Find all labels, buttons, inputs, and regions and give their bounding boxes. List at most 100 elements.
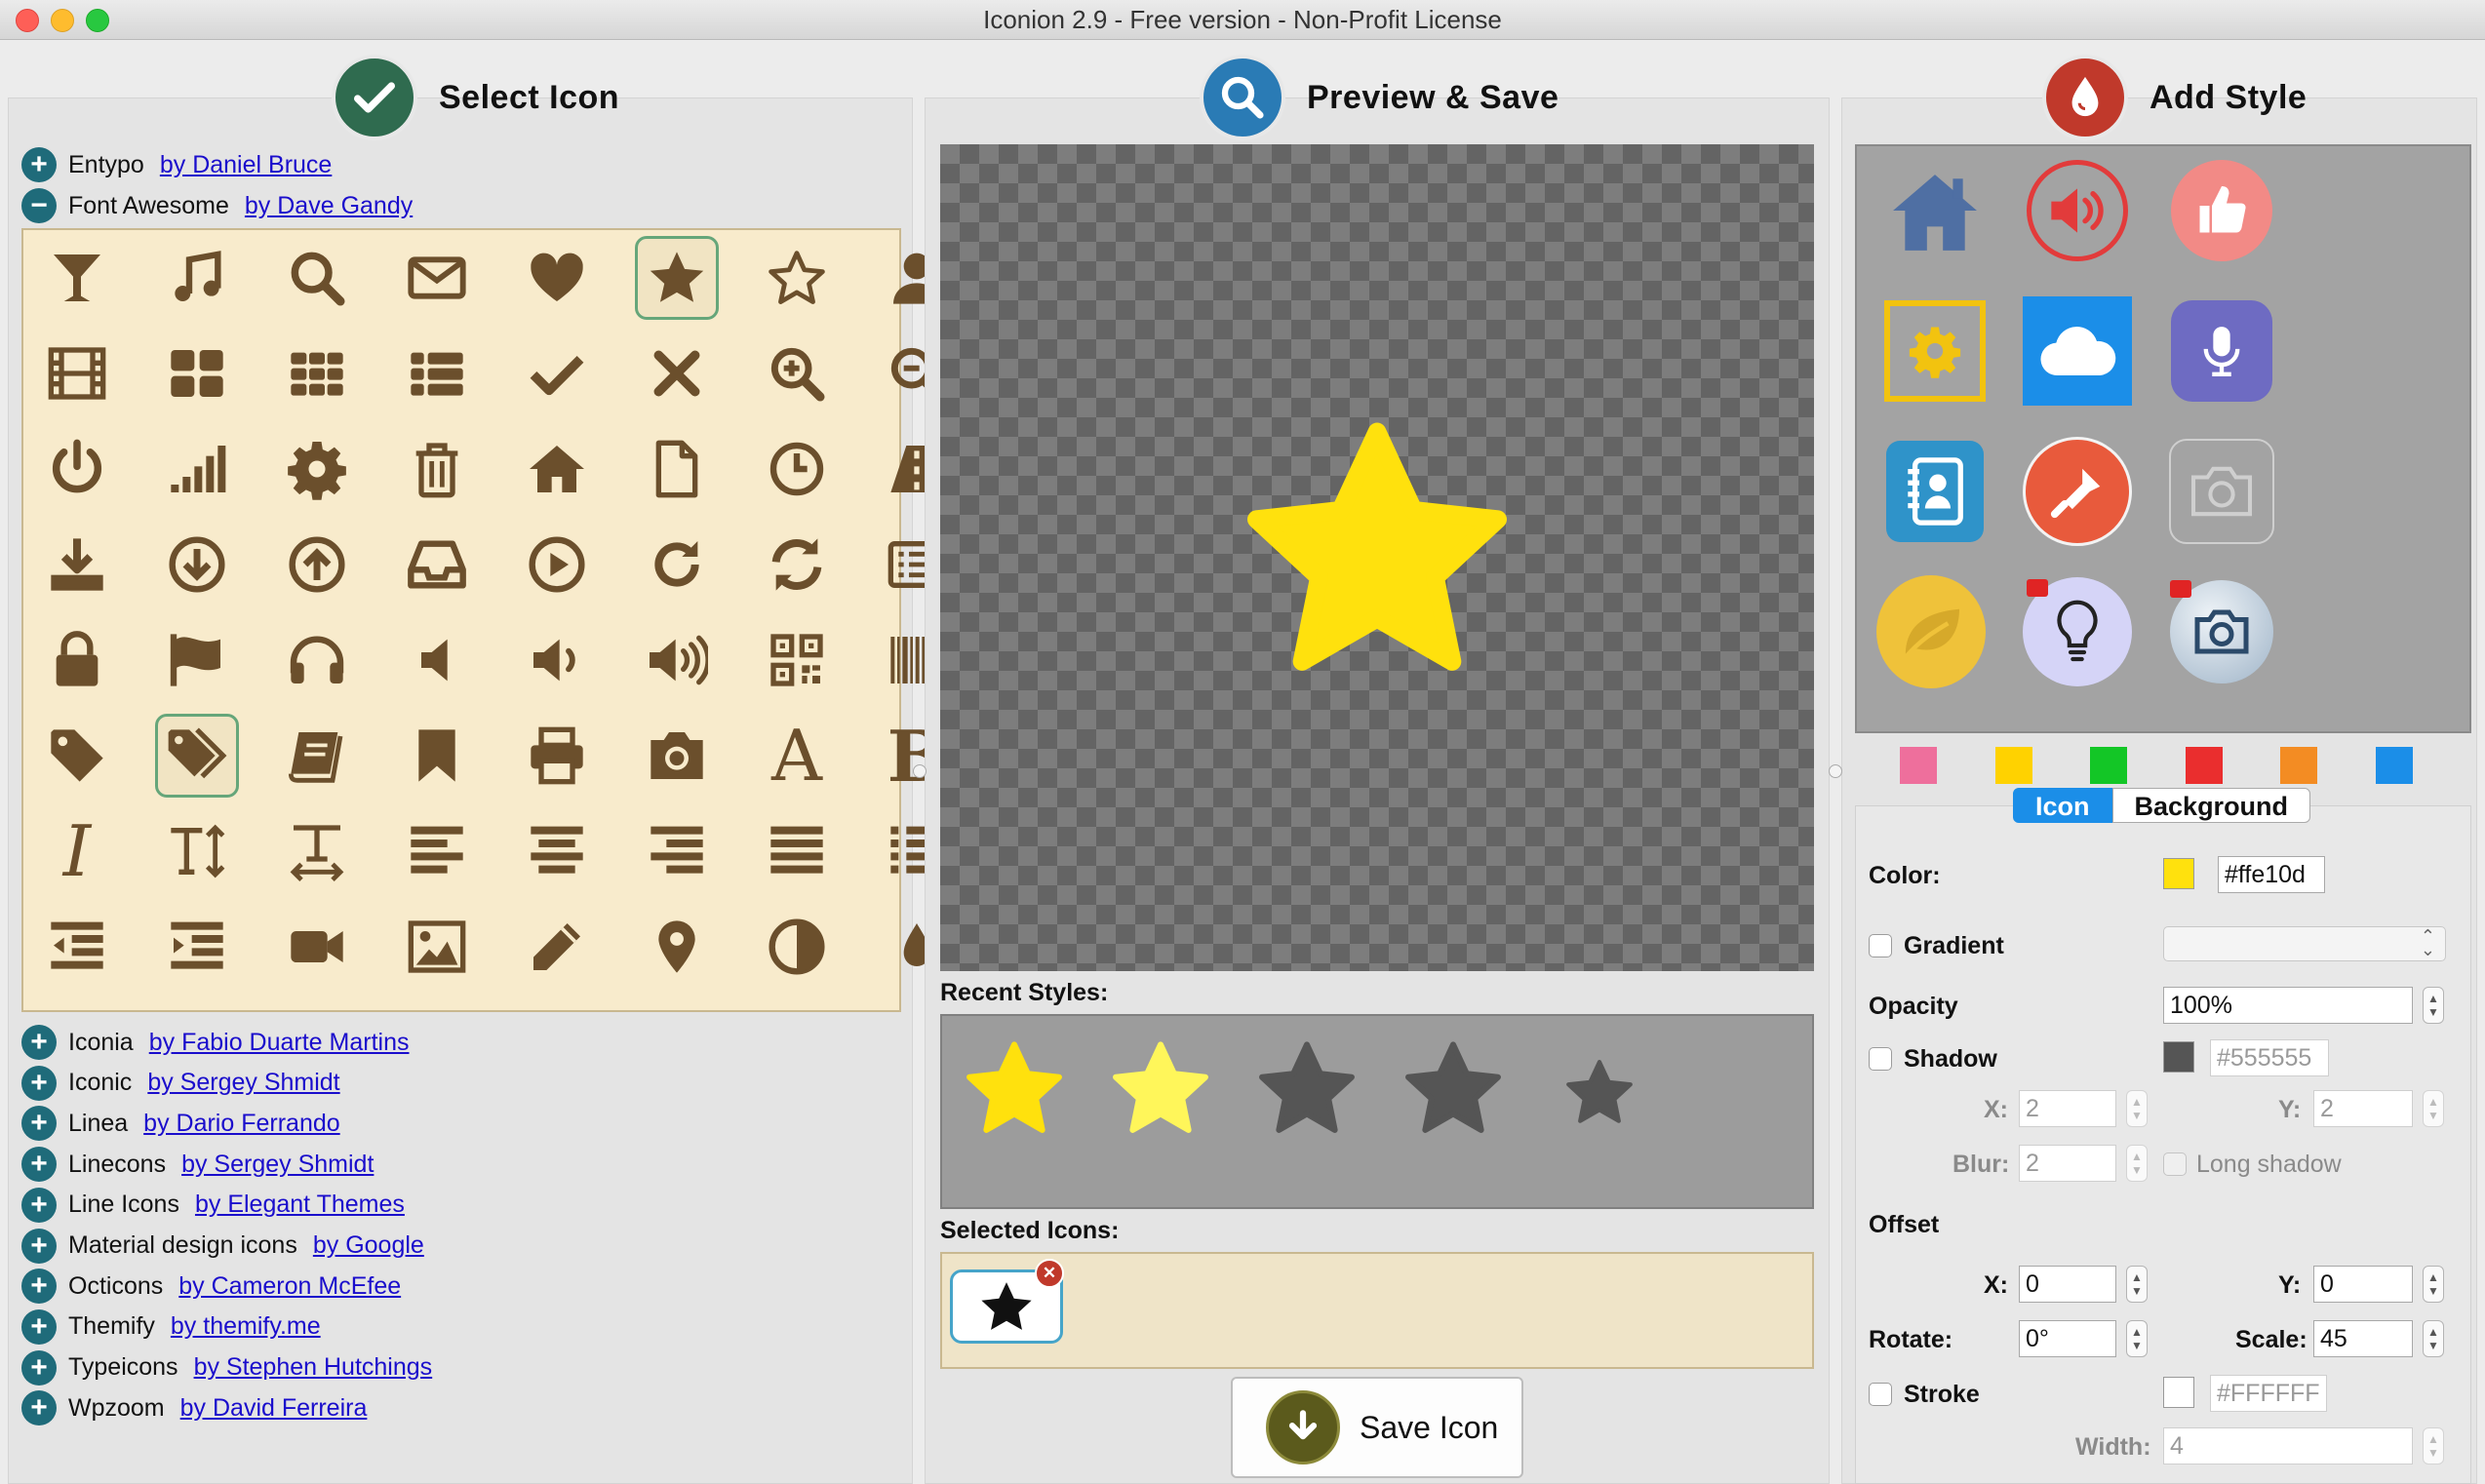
recent-style-item[interactable] xyxy=(1256,1037,1358,1139)
library-author-link[interactable]: by Elegant Themes xyxy=(195,1191,405,1219)
tab-icon[interactable]: Icon xyxy=(2013,788,2112,823)
file-icon[interactable] xyxy=(635,427,719,511)
library-entypo[interactable]: + Entypo by Daniel Bruce xyxy=(21,146,332,183)
shadow-y-stepper[interactable]: ▲ ▼ xyxy=(2423,1090,2444,1127)
blur-field[interactable]: 2 xyxy=(2019,1145,2116,1182)
expand-icon[interactable]: + xyxy=(21,1025,57,1060)
recent-style-item[interactable] xyxy=(1564,1057,1635,1127)
book-icon[interactable] xyxy=(275,714,359,798)
style-speaker[interactable] xyxy=(2023,156,2132,265)
library-octicons[interactable]: + Octicons by Cameron McEfee xyxy=(21,1268,401,1305)
offset-y-stepper[interactable]: ▲ ▼ xyxy=(2423,1266,2444,1303)
outdent-icon[interactable] xyxy=(35,905,119,989)
indent-icon[interactable] xyxy=(155,905,239,989)
adjust-icon[interactable] xyxy=(755,905,839,989)
shadow-x-field[interactable]: 2 xyxy=(2019,1090,2116,1127)
style-gear[interactable] xyxy=(1880,296,1990,406)
expand-icon[interactable]: + xyxy=(21,147,57,182)
music-icon[interactable] xyxy=(155,236,239,320)
library-line-icons[interactable]: + Line Icons by Elegant Themes xyxy=(21,1187,405,1224)
selected-icon-chip[interactable]: ✕ xyxy=(950,1259,1064,1344)
scale-field[interactable]: 45 xyxy=(2313,1320,2413,1357)
times-icon[interactable] xyxy=(635,332,719,415)
shadow-y-field[interactable]: 2 xyxy=(2313,1090,2413,1127)
tab-background[interactable]: Background xyxy=(2111,788,2311,823)
style-leaf[interactable] xyxy=(1876,575,1986,688)
arrow-circle-up-icon[interactable] xyxy=(275,523,359,606)
italic-icon[interactable]: I xyxy=(35,809,119,893)
volume-up-icon[interactable] xyxy=(635,618,719,702)
gradient-checkbox[interactable] xyxy=(1869,934,1892,957)
zoom-window-button[interactable] xyxy=(86,9,109,32)
library-author-link[interactable]: by Dave Gandy xyxy=(245,192,413,220)
align-left-icon[interactable] xyxy=(395,809,479,893)
color-swatch-4[interactable] xyxy=(2185,747,2223,784)
library-author-link[interactable]: by Stephen Hutchings xyxy=(194,1353,433,1382)
expand-icon[interactable]: + xyxy=(21,1390,57,1426)
opacity-stepper[interactable]: ▲ ▼ xyxy=(2423,987,2444,1024)
stroke-color-field[interactable]: #FFFFFF xyxy=(2210,1375,2327,1412)
style-flashlight[interactable] xyxy=(2023,437,2132,546)
bookmark-icon[interactable] xyxy=(395,714,479,798)
text-height-icon[interactable] xyxy=(155,809,239,893)
repeat-icon[interactable] xyxy=(635,523,719,606)
recent-style-item[interactable] xyxy=(1110,1037,1211,1139)
expand-icon[interactable]: + xyxy=(21,1147,57,1183)
flag-icon[interactable] xyxy=(155,618,239,702)
zoom-in-icon[interactable] xyxy=(755,332,839,415)
color-swatch-5[interactable] xyxy=(2280,747,2318,784)
search-icon[interactable] xyxy=(275,236,359,320)
library-author-link[interactable]: by Fabio Duarte Martins xyxy=(149,1029,410,1057)
right-splitter-handle[interactable] xyxy=(1829,764,1842,778)
shadow-checkbox[interactable] xyxy=(1869,1047,1892,1071)
library-author-link[interactable]: by Google xyxy=(313,1231,424,1260)
expand-icon[interactable]: + xyxy=(21,1308,57,1345)
th-list-icon[interactable] xyxy=(395,332,479,415)
stroke-color-swatch[interactable] xyxy=(2163,1377,2194,1408)
volume-down-icon[interactable] xyxy=(515,618,599,702)
long-shadow-checkbox[interactable] xyxy=(2163,1152,2187,1176)
gradient-select[interactable]: ⌃ ⌄ xyxy=(2163,926,2446,961)
home-icon[interactable] xyxy=(515,427,599,511)
library-author-link[interactable]: by David Ferreira xyxy=(180,1394,368,1423)
check-icon[interactable] xyxy=(515,332,599,415)
library-typeicons[interactable]: + Typeicons by Stephen Hutchings xyxy=(21,1349,432,1386)
library-wpzoom[interactable]: + Wpzoom by David Ferreira xyxy=(21,1389,367,1426)
color-swatch-6[interactable] xyxy=(2376,747,2413,784)
font-icon[interactable]: A xyxy=(755,714,839,798)
envelope-icon[interactable] xyxy=(395,236,479,320)
color-swatch[interactable] xyxy=(2163,858,2194,889)
pencil-icon[interactable] xyxy=(515,905,599,989)
rotate-stepper[interactable]: ▲ ▼ xyxy=(2126,1320,2148,1357)
picture-icon[interactable] xyxy=(395,905,479,989)
align-right-icon[interactable] xyxy=(635,809,719,893)
shadow-color-swatch[interactable] xyxy=(2163,1041,2194,1073)
color-value-field[interactable]: #ffe10d xyxy=(2218,856,2325,893)
stroke-width-stepper[interactable]: ▲ ▼ xyxy=(2423,1427,2444,1464)
offset-x-field[interactable]: 0 xyxy=(2019,1266,2116,1303)
scale-stepper[interactable]: ▲ ▼ xyxy=(2423,1320,2444,1357)
expand-icon[interactable]: + xyxy=(21,1349,57,1386)
save-icon-button[interactable]: Save Icon xyxy=(1231,1377,1523,1478)
library-iconic[interactable]: + Iconic by Sergey Shmidt xyxy=(21,1065,340,1102)
gear-icon[interactable] xyxy=(275,427,359,511)
style-cloud[interactable] xyxy=(2023,296,2132,406)
library-author-link[interactable]: by Cameron McEfee xyxy=(178,1272,401,1301)
blur-stepper[interactable]: ▲ ▼ xyxy=(2126,1145,2148,1182)
star-icon[interactable] xyxy=(635,236,719,320)
expand-icon[interactable]: + xyxy=(21,1269,57,1305)
volume-off-icon[interactable] xyxy=(395,618,479,702)
library-font-awesome[interactable]: − Font Awesome by Dave Gandy xyxy=(21,187,413,224)
library-themify[interactable]: + Themify by themify.me xyxy=(21,1308,321,1346)
close-window-button[interactable] xyxy=(16,9,39,32)
expand-icon[interactable]: + xyxy=(21,1065,57,1101)
lock-icon[interactable] xyxy=(35,618,119,702)
play-circle-icon[interactable] xyxy=(515,523,599,606)
library-linea[interactable]: + Linea by Dario Ferrando xyxy=(21,1105,340,1142)
text-width-icon[interactable] xyxy=(275,809,359,893)
expand-icon[interactable]: + xyxy=(21,1228,57,1264)
color-swatch-1[interactable] xyxy=(1900,747,1937,784)
align-justify-icon[interactable] xyxy=(755,809,839,893)
style-camera-locked[interactable] xyxy=(2167,577,2276,686)
color-swatch-2[interactable] xyxy=(1994,747,2032,784)
